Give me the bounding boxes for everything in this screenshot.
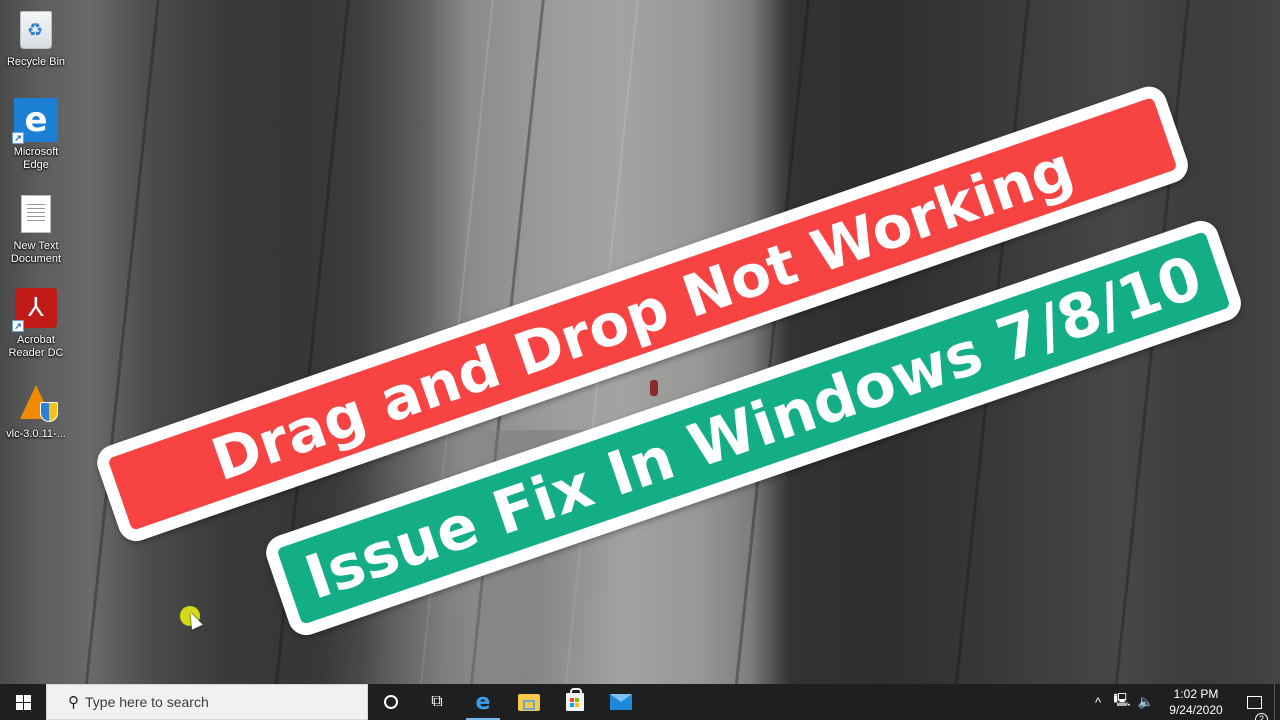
show-hidden-icons-button[interactable]: ^ bbox=[1086, 695, 1110, 710]
desktop-icon-label: New Text Document bbox=[10, 240, 62, 265]
taskbar-app-store[interactable] bbox=[552, 684, 598, 720]
shortcut-arrow-icon: ↗ bbox=[12, 320, 24, 332]
desktop-icon-label: vlc-3.0.11-... bbox=[6, 428, 66, 440]
clock-date: 9/24/2020 bbox=[1169, 703, 1223, 717]
desktop-icon-label: Acrobat Reader DC bbox=[8, 334, 64, 359]
task-view-button[interactable]: ⧉ bbox=[414, 684, 460, 720]
search-icon: ⚲ bbox=[68, 694, 79, 711]
notification-count-badge: 2 bbox=[1255, 712, 1268, 720]
show-desktop-button[interactable] bbox=[1274, 684, 1280, 720]
uac-shield-icon bbox=[40, 402, 58, 422]
desktop-icon-new-text-document[interactable]: New Text Document bbox=[0, 186, 72, 274]
action-center-button[interactable]: 2 bbox=[1234, 695, 1274, 720]
desktop-icon-recycle-bin[interactable]: Recycle Bin bbox=[0, 2, 72, 90]
network-icon: 🖳 bbox=[1113, 692, 1131, 707]
folder-icon bbox=[518, 693, 540, 711]
system-tray: ^ 🖳 🔈 1:02 PM 9/24/2020 2 bbox=[1086, 684, 1280, 720]
climber bbox=[650, 380, 658, 396]
task-view-icon: ⧉ bbox=[431, 693, 443, 710]
taskbar-app-file-explorer[interactable] bbox=[506, 684, 552, 720]
cortana-button[interactable] bbox=[368, 684, 414, 720]
taskbar: ⚲ ⧉ e ^ 🖳 🔈 1:02 PM bbox=[0, 684, 1280, 720]
desktop-icon-label: Microsoft Edge bbox=[13, 146, 59, 171]
desktop-icon-label: Recycle Bin bbox=[6, 56, 66, 68]
volume-button[interactable]: 🔈 bbox=[1134, 694, 1158, 710]
shortcut-arrow-icon: ↗ bbox=[12, 132, 24, 144]
taskbar-app-mail[interactable] bbox=[598, 684, 644, 720]
edge-icon: e bbox=[475, 689, 491, 715]
store-icon bbox=[566, 688, 584, 711]
mail-icon bbox=[610, 694, 632, 710]
network-button[interactable]: 🖳 bbox=[1110, 691, 1134, 713]
volume-icon: 🔈 bbox=[1137, 694, 1155, 709]
chevron-up-icon: ^ bbox=[1094, 694, 1102, 710]
desktop-icon-vlc-installer[interactable]: vlc-3.0.11-... bbox=[0, 374, 72, 462]
cortana-icon bbox=[384, 695, 398, 709]
recycle-bin-icon bbox=[20, 11, 52, 49]
clock[interactable]: 1:02 PM 9/24/2020 bbox=[1158, 686, 1234, 718]
desktop-icon-microsoft-edge[interactable]: e ↗ Microsoft Edge bbox=[0, 92, 72, 180]
taskbar-search-box[interactable]: ⚲ bbox=[46, 684, 368, 720]
text-document-icon bbox=[21, 195, 51, 233]
notification-icon bbox=[1246, 695, 1262, 709]
clock-time: 1:02 PM bbox=[1173, 687, 1219, 701]
start-button[interactable] bbox=[0, 684, 46, 720]
desktop-icon-acrobat-reader[interactable]: ⅄ ↗ Acrobat Reader DC bbox=[0, 280, 72, 368]
taskbar-app-edge[interactable]: e bbox=[460, 684, 506, 720]
windows-logo-icon bbox=[15, 694, 31, 710]
rock-crack bbox=[81, 0, 162, 684]
search-input[interactable] bbox=[85, 694, 355, 710]
rock-crack bbox=[731, 0, 812, 684]
